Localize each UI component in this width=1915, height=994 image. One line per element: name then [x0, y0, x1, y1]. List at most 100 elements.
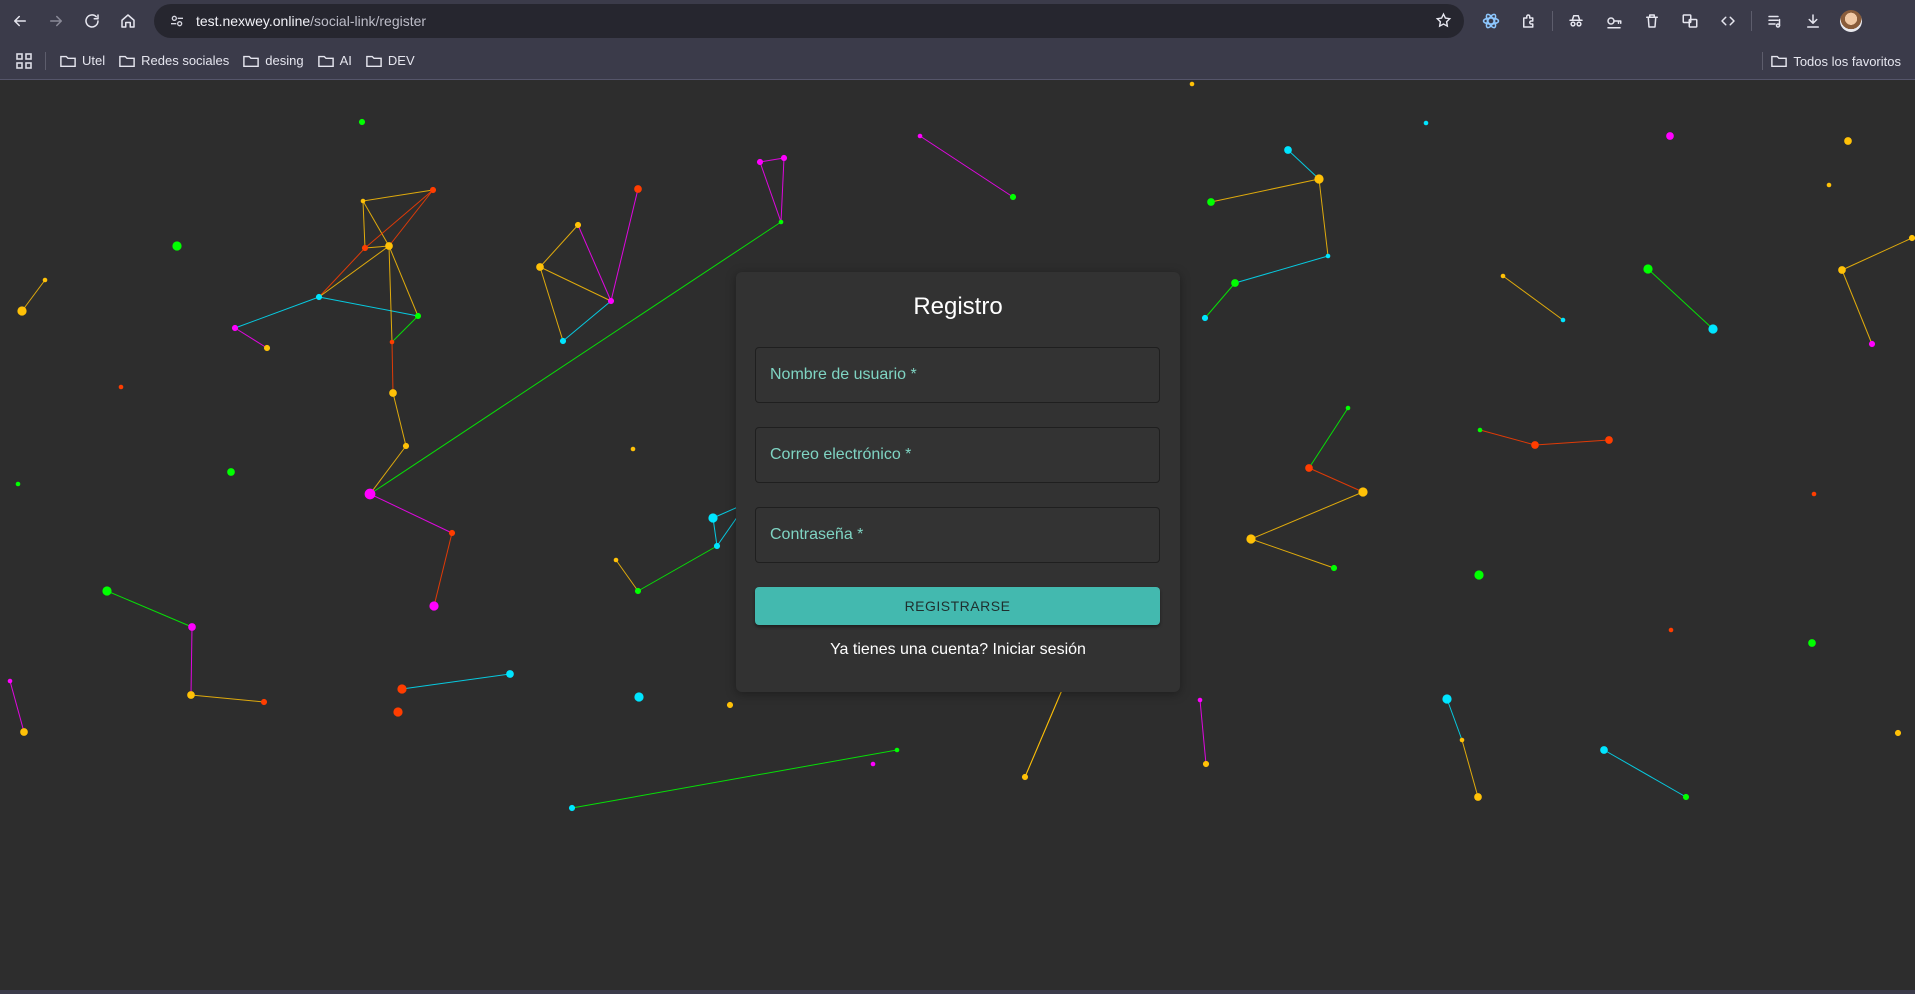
particle-dot	[448, 529, 456, 537]
username-input[interactable]	[756, 348, 1159, 402]
particle-link	[391, 341, 394, 394]
window-bottom-edge	[0, 990, 1915, 994]
particle-dot	[1894, 729, 1902, 737]
particle-link	[539, 224, 579, 268]
trash-icon[interactable]	[1633, 3, 1671, 39]
download-icon[interactable]	[1794, 3, 1832, 39]
particle-dot	[1811, 491, 1817, 497]
particle-dot	[1021, 773, 1029, 781]
particle-dot	[568, 804, 576, 812]
url-domain: test.nexwey.online	[196, 13, 311, 29]
extension-puzzle-icon[interactable]	[1510, 3, 1548, 39]
particle-link	[433, 532, 453, 607]
particle-dot	[1009, 193, 1017, 201]
email-input[interactable]	[756, 428, 1159, 482]
bookmark-star-icon[interactable]	[1435, 12, 1452, 34]
site-settings-icon[interactable]	[162, 13, 192, 29]
url-text[interactable]: test.nexwey.online/social-link/register	[196, 13, 426, 29]
home-button[interactable]	[110, 3, 146, 39]
particle-link	[1204, 282, 1236, 319]
bookmark-label: Utel	[82, 53, 106, 68]
particle-dot	[102, 586, 112, 596]
bookmarks-divider	[1762, 52, 1763, 70]
particle-dot	[15, 481, 21, 487]
particle-dot	[917, 133, 923, 139]
particle-link	[637, 545, 718, 592]
particle-dot	[1202, 760, 1210, 768]
particle-dot	[402, 442, 410, 450]
particle-dot	[17, 306, 27, 316]
forward-button[interactable]	[38, 3, 74, 39]
translate-icon[interactable]	[1671, 3, 1709, 39]
login-link[interactable]: Ya tienes una cuenta? Iniciar sesión	[736, 641, 1180, 659]
particle-link	[318, 247, 366, 298]
particle-dot	[385, 242, 393, 250]
extensions-area	[1472, 3, 1862, 39]
particle-dot	[630, 446, 636, 452]
toolbar-divider	[1751, 11, 1752, 31]
particle-link	[392, 392, 407, 447]
particle-dot	[1600, 746, 1608, 754]
url-path: /social-link/register	[310, 13, 427, 29]
particle-dot	[894, 747, 900, 753]
bookmark-folder-desing[interactable]: desing	[239, 47, 311, 75]
profile-avatar[interactable]	[1840, 10, 1862, 32]
bookmark-folder-utel[interactable]: Utel	[56, 47, 113, 75]
back-button[interactable]	[2, 3, 38, 39]
particle-dot	[1201, 314, 1209, 322]
particle-dot	[536, 263, 544, 271]
media-queue-icon[interactable]	[1756, 3, 1794, 39]
particle-link	[190, 694, 265, 703]
particle-link	[388, 245, 419, 317]
particle-dot	[1231, 279, 1239, 287]
particle-link	[1603, 749, 1687, 798]
particle-dot	[726, 701, 734, 709]
particle-link	[190, 626, 193, 696]
apps-grid-icon[interactable]	[11, 48, 37, 74]
username-field[interactable]	[755, 347, 1160, 403]
particle-link	[388, 245, 393, 343]
particle-link	[539, 266, 564, 342]
particle-link	[388, 189, 434, 247]
particle-dot	[1643, 264, 1653, 274]
particle-dot	[1284, 146, 1292, 154]
all-bookmarks-button[interactable]: Todos los favoritos	[1767, 47, 1909, 75]
register-button[interactable]: REGISTRARSE	[755, 587, 1160, 625]
particle-dot	[263, 344, 271, 352]
folder-icon	[1771, 55, 1788, 68]
password-key-icon[interactable]	[1595, 3, 1633, 39]
particle-dot	[1908, 234, 1915, 242]
particle-dot	[1708, 324, 1718, 334]
particle-link	[1024, 682, 1066, 778]
password-input[interactable]	[756, 508, 1159, 562]
particle-dot	[613, 557, 619, 563]
particle-dot	[260, 698, 268, 706]
particle-dot	[559, 337, 567, 345]
password-field[interactable]	[755, 507, 1160, 563]
particle-dot	[1868, 340, 1876, 348]
particle-dot	[870, 761, 876, 767]
particle-dot	[7, 678, 13, 684]
page-viewport: Registro REGISTRARSE Ya tienes una cuent…	[0, 80, 1915, 994]
particle-link	[539, 266, 612, 302]
address-bar[interactable]: test.nexwey.online/social-link/register	[154, 4, 1464, 38]
particle-link	[1250, 538, 1335, 569]
react-devtools-icon[interactable]	[1472, 3, 1510, 39]
code-icon[interactable]	[1709, 3, 1747, 39]
particle-dot	[397, 684, 407, 694]
particle-link	[1841, 269, 1873, 345]
particle-dot	[414, 312, 422, 320]
particle-dot	[1682, 793, 1690, 801]
folder-icon	[243, 55, 260, 67]
particle-link	[391, 315, 419, 343]
email-field[interactable]	[755, 427, 1160, 483]
reload-button[interactable]	[74, 3, 110, 39]
particle-dot	[389, 389, 397, 397]
particle-dot	[118, 384, 124, 390]
particle-dot	[1305, 464, 1313, 472]
incognito-icon[interactable]	[1557, 3, 1595, 39]
bookmark-folder-redes-sociales[interactable]: Redes sociales	[115, 47, 237, 75]
bookmark-folder-ai[interactable]: AI	[314, 47, 360, 75]
bookmark-folder-dev[interactable]: DEV	[362, 47, 423, 75]
particle-dot	[634, 692, 644, 702]
